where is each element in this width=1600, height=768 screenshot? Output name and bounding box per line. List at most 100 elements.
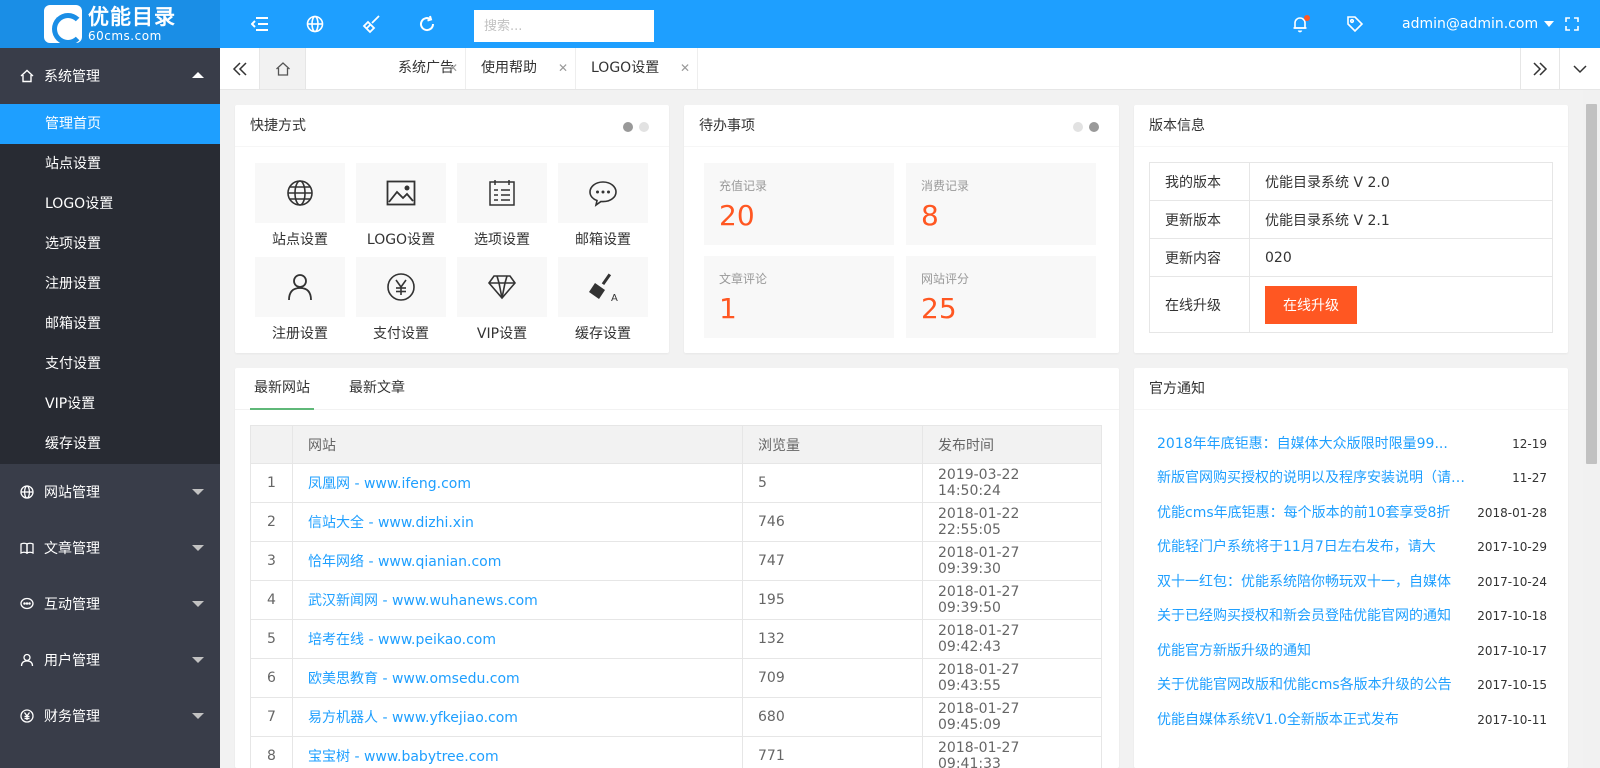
sidebar-item-site-settings[interactable]: 站点设置 xyxy=(0,144,220,184)
tab-logo-settings[interactable]: LOGO设置 ✕ xyxy=(576,48,698,89)
content-scrollbar[interactable] xyxy=(1583,90,1600,768)
site-link[interactable]: 培考在线 - www.peikao.com xyxy=(308,632,496,648)
shortcut-label: 注册设置 xyxy=(272,326,328,342)
table-row: 4 武汉新闻网 - www.wuhanews.com 195 2018-01-27 0… xyxy=(250,580,1102,620)
carousel-dots[interactable] xyxy=(623,122,649,132)
menu-toggle-icon[interactable] xyxy=(248,12,272,36)
sidebar-item-option-settings[interactable]: 选项设置 xyxy=(0,224,220,264)
shortcut-site-settings[interactable]: 站点设置 xyxy=(255,163,345,249)
sidebar-submenu: 管理首页 站点设置 LOGO设置 选项设置 注册设置 邮箱设置 支付设置 VIP… xyxy=(0,104,220,464)
notice-date: 2017-10-15 xyxy=(1477,678,1547,692)
refresh-icon[interactable] xyxy=(415,12,439,36)
notices-title: 官方通知 xyxy=(1149,381,1205,397)
carousel-dots[interactable] xyxy=(1073,122,1099,132)
sidebar-group-articles[interactable]: 文章管理 xyxy=(0,520,220,576)
shortcut-register-settings[interactable]: 注册设置 xyxy=(255,257,345,343)
sidebar-item-vip-settings[interactable]: VIP设置 xyxy=(0,384,220,424)
todo-comments[interactable]: 文章评论 1 xyxy=(704,256,894,338)
sidebar-item-email-settings[interactable]: 邮箱设置 xyxy=(0,304,220,344)
sidebar-item-cache-settings[interactable]: 缓存设置 xyxy=(0,424,220,464)
shortcut-label: 选项设置 xyxy=(474,232,530,248)
image-icon xyxy=(386,180,416,206)
table-row: 更新内容 020 xyxy=(1149,238,1553,277)
globe-icon[interactable] xyxy=(303,12,327,36)
shortcut-cache-settings[interactable]: A 缓存设置 xyxy=(558,257,648,343)
chat-icon xyxy=(589,181,617,207)
notice-link[interactable]: 关于优能官网改版和优能cms各版本升级的公告 xyxy=(1157,668,1467,702)
views-cell: 680 xyxy=(742,697,923,737)
fullscreen-icon[interactable] xyxy=(1560,12,1584,36)
todo-label: 消费记录 xyxy=(921,179,970,193)
sidebar-group-interaction[interactable]: 互动管理 xyxy=(0,576,220,632)
shortcut-logo-settings[interactable]: LOGO设置 xyxy=(356,163,446,249)
sidebar-group-system[interactable]: 系统管理 xyxy=(0,48,220,104)
todo-recharge[interactable]: 充值记录 20 xyxy=(704,163,894,245)
user-menu[interactable]: admin@admin.com xyxy=(1402,0,1555,48)
bell-icon[interactable] xyxy=(1288,12,1312,36)
tab-ads[interactable]: 系统广告 ✕ xyxy=(306,48,466,89)
tabs-scroll-left-icon[interactable] xyxy=(220,48,260,89)
tag-icon[interactable] xyxy=(1343,12,1367,36)
sidebar-group-finance[interactable]: 财务管理 xyxy=(0,688,220,744)
close-icon[interactable]: ✕ xyxy=(448,48,458,89)
site-link[interactable]: 易方机器人 - www.yfkejiao.com xyxy=(308,710,518,726)
sidebar-item-payment-settings[interactable]: 支付设置 xyxy=(0,344,220,384)
search-input[interactable] xyxy=(474,10,654,42)
time-cell: 2018-01-27 09:45:09 xyxy=(922,697,1102,737)
tabs-menu-chevron-down-icon[interactable] xyxy=(1560,48,1600,89)
logo[interactable]: 优能目录 60cms.com xyxy=(0,0,220,48)
sidebar-item-logo-settings[interactable]: LOGO设置 xyxy=(0,184,220,224)
notice-link[interactable]: 2018年年底钜惠：自媒体大众版限时限量99... xyxy=(1157,427,1467,461)
version-table: 我的版本 优能目录系统 V 2.0 更新版本 优能目录系统 V 2.1 更新内容 02… xyxy=(1149,162,1553,333)
time-cell: 2018-01-22 22:55:05 xyxy=(922,502,1102,542)
notice-date: 11-27 xyxy=(1512,471,1547,485)
sidebar-group-website[interactable]: 网站管理 xyxy=(0,464,220,520)
site-link[interactable]: 宝宝树 - www.babytree.com xyxy=(308,749,499,765)
close-icon[interactable]: ✕ xyxy=(680,48,690,89)
sidebar-group-label: 系统管理 xyxy=(44,69,100,85)
tab-home[interactable] xyxy=(260,48,306,89)
site-link[interactable]: 凤凰网 - www.ifeng.com xyxy=(308,476,471,492)
shortcut-option-settings[interactable]: 选项设置 xyxy=(457,163,547,249)
version-title: 版本信息 xyxy=(1149,118,1205,134)
tabs-scroll-right-icon[interactable] xyxy=(1520,48,1560,89)
table-row: 3 恰年网络 - www.qianian.com 747 2018-01-27 09:… xyxy=(250,541,1102,581)
sidebar-item-dashboard[interactable]: 管理首页 xyxy=(0,104,220,144)
shortcut-email-settings[interactable]: 邮箱设置 xyxy=(558,163,648,249)
table-header-row: 网站 浏览量 发布时间 xyxy=(250,425,1102,464)
notice-link[interactable]: 关于已经购买授权和新会员登陆优能官网的通知 xyxy=(1157,599,1467,633)
notice-link[interactable]: 新版官网购买授权的说明以及程序安装说明（请详... xyxy=(1157,461,1467,495)
list-item: 关于已经购买授权和新会员登陆优能官网的通知 2017-10-18 xyxy=(1157,599,1547,633)
site-link[interactable]: 欧美思教育 - www.omsedu.com xyxy=(308,671,520,687)
site-link[interactable]: 武汉新闻网 - www.wuhanews.com xyxy=(308,593,538,609)
logo-sub: 60cms.com xyxy=(88,28,162,43)
table-row: 更新版本 优能目录系统 V 2.1 xyxy=(1149,200,1553,239)
row-number: 3 xyxy=(250,541,293,581)
todo-consume[interactable]: 消费记录 8 xyxy=(906,163,1096,245)
sidebar-group-users[interactable]: 用户管理 xyxy=(0,632,220,688)
notice-link[interactable]: 优能官方新版升级的通知 xyxy=(1157,634,1467,668)
notice-link[interactable]: 优能轻门户系统将于11月7日左右发布，请大 xyxy=(1157,530,1467,564)
sidebar-item-register-settings[interactable]: 注册设置 xyxy=(0,264,220,304)
broom-icon[interactable] xyxy=(360,12,384,36)
shortcut-payment-settings[interactable]: 支付设置 xyxy=(356,257,446,343)
site-link[interactable]: 恰年网络 - www.qianian.com xyxy=(308,554,501,570)
close-icon[interactable]: ✕ xyxy=(558,48,568,89)
notice-link[interactable]: 双十一红包：优能系统陪你畅玩双十一，自媒体 xyxy=(1157,565,1467,599)
version-value: 优能目录系统 V 2.1 xyxy=(1249,200,1553,239)
shortcut-vip-settings[interactable]: VIP设置 xyxy=(457,257,547,343)
tab-help[interactable]: 使用帮助 ✕ xyxy=(466,48,576,89)
sidebar-group-label: 用户管理 xyxy=(44,653,100,669)
notice-link[interactable]: 优能自媒体系统V1.0全新版本正式发布 xyxy=(1157,703,1467,737)
site-link[interactable]: 信站大全 - www.dizhi.xin xyxy=(308,515,474,531)
top-header: 优能目录 60cms.com admin@admin.com xyxy=(0,0,1600,48)
scrollbar-thumb[interactable] xyxy=(1586,104,1597,464)
chevron-down-icon xyxy=(1544,21,1555,27)
version-key: 在线升级 xyxy=(1149,276,1250,333)
notice-link[interactable]: 优能cms年底钜惠：每个版本的前10套享受8折 xyxy=(1157,496,1467,530)
tab-latest-sites[interactable]: 最新网站 xyxy=(250,368,314,410)
tab-latest-articles[interactable]: 最新文章 xyxy=(349,368,405,410)
online-upgrade-button[interactable]: 在线升级 xyxy=(1265,285,1357,324)
yen-icon xyxy=(387,273,415,301)
todo-ratings[interactable]: 网站评分 25 xyxy=(906,256,1096,338)
